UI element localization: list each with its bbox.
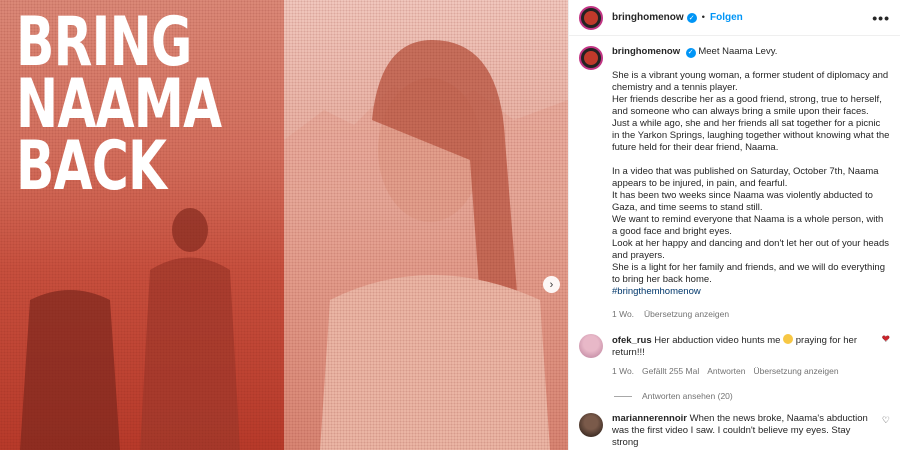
sad-face-icon: [783, 334, 794, 344]
avatar[interactable]: [579, 46, 603, 70]
caption-paragraph: It has been two weeks since Naama was vi…: [612, 190, 873, 213]
comment-username[interactable]: ofek_rus: [612, 335, 652, 346]
caption: bringhomenow ✓ Meet Naama Levy. She is a…: [569, 36, 900, 320]
caption-meta: 1 Wo. Übersetzung anzeigen: [612, 308, 890, 320]
comment-time: 1 Wo.: [612, 366, 635, 376]
caption-time: 1 Wo.: [612, 309, 635, 319]
view-replies-label: Antworten ansehen (20): [642, 391, 733, 401]
translate-button[interactable]: Übersetzung anzeigen: [754, 365, 839, 377]
like-heart-icon[interactable]: ♡: [882, 415, 890, 426]
caption-paragraph: She is a light for her family and friend…: [612, 262, 885, 285]
header-username[interactable]: bringhomenow: [612, 12, 684, 23]
comment: ofek_rus Her abduction video hunts me ❤ …: [569, 320, 900, 377]
caption-paragraph: Just a while ago, she and her friends al…: [612, 118, 890, 153]
more-options-icon[interactable]: •••: [872, 10, 890, 26]
caption-paragraph: We want to remind everyone that Naama is…: [612, 214, 884, 237]
post-image[interactable]: BRING NAAMA BACK ›: [0, 0, 568, 450]
view-replies-button[interactable]: Antworten ansehen (20): [569, 377, 900, 401]
reply-button[interactable]: Antworten: [707, 365, 745, 377]
chevron-right-icon[interactable]: ›: [543, 276, 560, 293]
avatar[interactable]: [579, 5, 603, 30]
avatar[interactable]: [579, 413, 603, 437]
caption-paragraph: Her friends describe her as a good frien…: [612, 94, 882, 117]
post-header: bringhomenow ✓ • Folgen •••: [569, 0, 900, 36]
poster-headline: BRING NAAMA BACK: [16, 9, 222, 206]
hashtag-link[interactable]: #bringthemhomenow: [612, 286, 890, 298]
comment-meta: 1 Wo. Gefällt 255 Mal Antworten Übersetz…: [612, 365, 872, 377]
comment-text: Her abduction video hunts me: [654, 335, 781, 346]
verified-badge-icon: ✓: [686, 12, 697, 23]
caption-username[interactable]: bringhomenow: [612, 46, 680, 57]
like-heart-icon[interactable]: ♡: [882, 334, 890, 345]
verified-badge-icon: ✓: [685, 48, 696, 58]
caption-paragraph: She is a vibrant young woman, a former s…: [612, 70, 889, 93]
translate-button[interactable]: Übersetzung anzeigen: [644, 308, 729, 320]
comment-username[interactable]: mariannerennoir: [612, 413, 687, 424]
comment: mariannerennoir When the news broke, Naa…: [569, 401, 900, 449]
post-side-panel: bringhomenow ✓ • Folgen ••• bringhomenow…: [568, 0, 900, 450]
post-dialog: BRING NAAMA BACK › bringhomenow ✓ • Folg…: [0, 0, 900, 450]
caption-intro: Meet Naama Levy.: [698, 46, 778, 57]
avatar[interactable]: [579, 334, 603, 358]
follow-button[interactable]: Folgen: [710, 12, 743, 23]
replies-divider: [614, 395, 632, 397]
caption-paragraph: Look at her happy and dancing and don't …: [612, 238, 889, 261]
separator-dot: •: [701, 12, 705, 23]
comment-likes[interactable]: Gefällt 255 Mal: [642, 365, 699, 377]
headline-line: BACK: [16, 127, 167, 206]
caption-paragraph: In a video that was published on Saturda…: [612, 166, 879, 189]
